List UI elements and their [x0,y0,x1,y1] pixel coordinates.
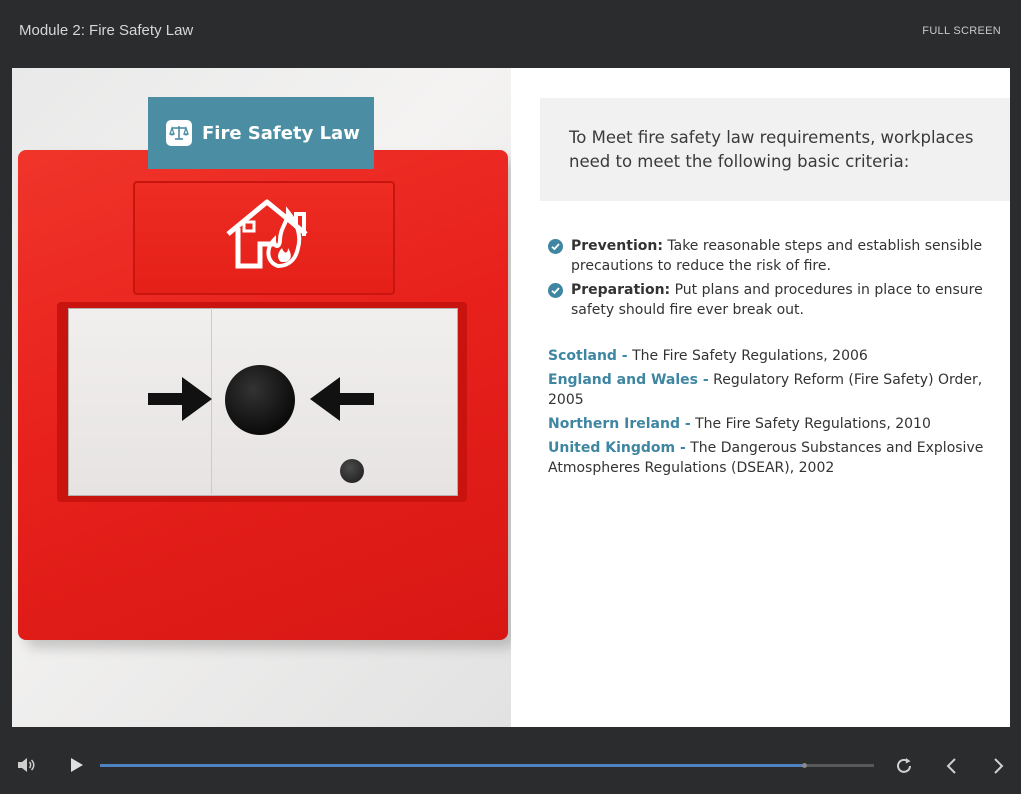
module-title: Module 2: Fire Safety Law [19,22,194,39]
play-icon[interactable] [70,757,84,773]
arrow-right-icon [148,377,212,421]
player-controls [0,740,1021,794]
law-region: Scotland - [548,348,628,364]
previous-icon[interactable] [945,757,957,775]
next-icon[interactable] [993,757,1005,775]
volume-icon[interactable] [17,756,37,774]
law-text: The Fire Safety Regulations, 2006 [627,348,868,364]
law-region: United Kingdom - [548,440,686,456]
progress-fill [100,764,805,767]
content-panel: To Meet fire safety law requirements, wo… [511,68,1010,727]
banner-title: Fire Safety Law [202,122,360,144]
fire-alarm-photo: Fire Safety Law [12,68,511,727]
top-bar: Module 2: Fire Safety Law FULL SCREEN [0,0,1021,62]
law-region: Northern Ireland - [548,416,691,432]
intro-box: To Meet fire safety law requirements, wo… [540,98,1010,201]
law-text: The Fire Safety Regulations, 2010 [690,416,931,432]
criteria-term: Preparation: [571,282,671,298]
list-item: Preparation: Put plans and procedures in… [548,280,988,320]
slide-stage: Fire Safety Law To Meet fire safety law … [12,68,1010,727]
criteria-list: Prevention: Take reasonable steps and es… [548,236,988,324]
list-item: Prevention: Take reasonable steps and es… [548,236,988,276]
legislation-list: Scotland - The Fire Safety Regulations, … [548,346,988,482]
list-item: England and Wales - Regulatory Reform (F… [548,370,988,410]
alarm-button [225,365,295,435]
check-circle-icon [548,239,563,254]
check-circle-icon [548,283,563,298]
law-region: England and Wales - [548,372,709,388]
house-fire-icon [226,199,308,269]
alarm-screw [340,459,364,483]
intro-text: To Meet fire safety law requirements, wo… [569,128,974,171]
fullscreen-button[interactable]: FULL SCREEN [922,25,1001,37]
replay-icon[interactable] [895,757,913,775]
scales-of-justice-icon [166,120,192,146]
progress-bar[interactable] [100,763,874,768]
list-item: Scotland - The Fire Safety Regulations, … [548,346,988,366]
criteria-term: Prevention: [571,238,663,254]
arrow-left-icon [310,377,374,421]
list-item: United Kingdom - The Dangerous Substance… [548,438,988,478]
list-item: Northern Ireland - The Fire Safety Regul… [548,414,988,434]
topic-banner: Fire Safety Law [148,97,374,169]
